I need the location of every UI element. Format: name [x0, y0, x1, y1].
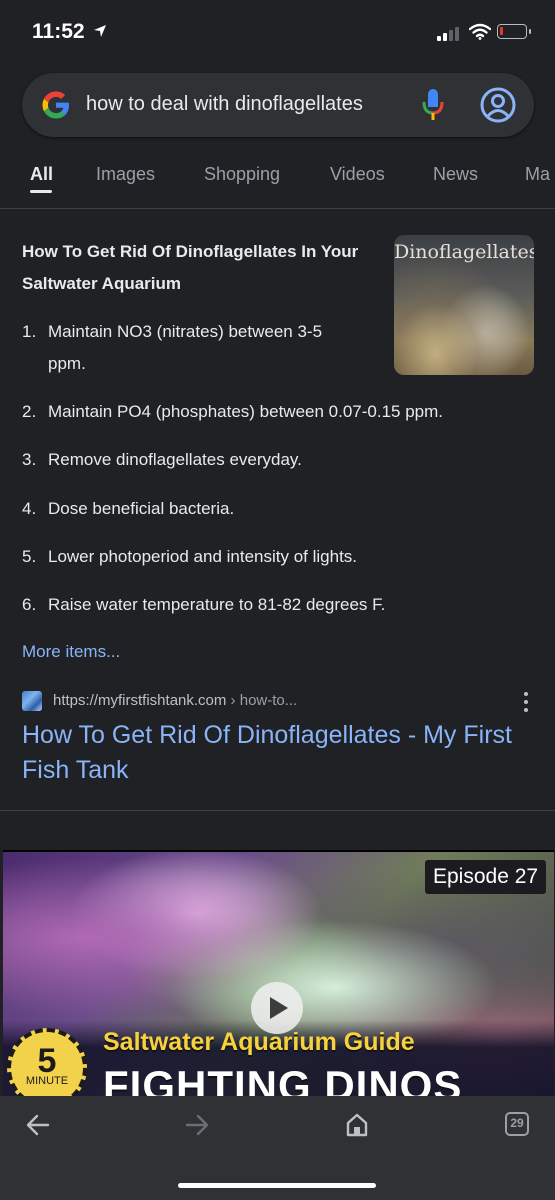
list-item: 2. Maintain PO4 (phosphates) between 0.07…	[22, 396, 443, 428]
list-item-number: 4.	[22, 499, 37, 518]
site-favicon-icon	[22, 691, 42, 711]
account-icon[interactable]	[480, 87, 516, 123]
list-item-text: Remove dinoflagellates everyday.	[48, 450, 302, 469]
badge-label: MINUTE	[25, 1075, 69, 1087]
list-item-number: 3.	[22, 450, 37, 469]
play-icon	[270, 997, 288, 1019]
wifi-icon	[469, 23, 491, 40]
video-thumbnail[interactable]: Episode 27 5 MINUTE Saltwater Aquarium G…	[3, 850, 554, 1098]
video-subtitle: Saltwater Aquarium Guide	[103, 1028, 415, 1056]
list-item-number: 1.	[22, 322, 37, 341]
list-item-text: Maintain NO3 (nitrates) between 3-5 ppm.	[48, 322, 323, 373]
status-time: 11:52	[32, 20, 107, 44]
tab-all[interactable]: All	[30, 164, 53, 185]
status-time-text: 11:52	[32, 20, 85, 43]
search-query[interactable]: how to deal with dinoflagellates	[86, 93, 363, 116]
list-item-number: 2.	[22, 402, 37, 421]
search-bar[interactable]: how to deal with dinoflagellates	[22, 73, 534, 137]
battery-icon	[497, 24, 531, 39]
list-item: 4. Dose beneficial bacteria.	[22, 493, 234, 525]
episode-label: Episode 27	[425, 860, 547, 894]
home-indicator[interactable]	[178, 1183, 376, 1188]
video-headline: FIGHTING DINOS	[103, 1062, 463, 1098]
snippet-thumbnail-text: Dinoflagellates	[394, 241, 534, 263]
list-item-text: Maintain PO4 (phosphates) between 0.07-0…	[48, 402, 444, 421]
forward-arrow-icon[interactable]	[185, 1114, 209, 1136]
tab-active-indicator	[30, 190, 52, 193]
list-item-text: Raise water temperature to 81-82 degrees…	[48, 595, 386, 614]
snippet-title[interactable]: How To Get Rid Of Dinoflagellates In You…	[22, 236, 372, 300]
tab-shopping[interactable]: Shopping	[204, 164, 280, 185]
more-options-icon[interactable]	[516, 690, 536, 714]
more-items-link[interactable]: More items...	[22, 642, 120, 662]
status-bar: 11:52	[0, 0, 555, 64]
home-icon[interactable]	[345, 1112, 369, 1138]
list-item: 3. Remove dinoflagellates everyday.	[22, 444, 302, 476]
mic-icon[interactable]	[420, 87, 446, 123]
back-arrow-icon[interactable]	[26, 1114, 50, 1136]
snippet-thumbnail[interactable]: Dinoflagellates	[394, 235, 534, 375]
result-title-link[interactable]: How To Get Rid Of Dinoflagellates - My F…	[22, 718, 522, 788]
list-item-text: Dose beneficial bacteria.	[48, 499, 235, 518]
play-button[interactable]	[251, 982, 303, 1034]
search-tabs: All Images Shopping Videos News Ma	[0, 150, 555, 209]
list-item: 1. Maintain NO3 (nitrates) between 3-5 pp…	[22, 316, 362, 380]
tab-news[interactable]: News	[433, 164, 478, 185]
list-item-number: 6.	[22, 595, 37, 614]
result-url[interactable]: https://myfirstfishtank.com › how-to...	[53, 692, 297, 709]
tab-videos[interactable]: Videos	[330, 164, 385, 185]
location-arrow-icon	[94, 25, 107, 37]
tab-count: 29	[510, 1116, 524, 1130]
tab-maps[interactable]: Ma	[525, 164, 550, 185]
result-url-domain: https://myfirstfishtank.com	[53, 692, 227, 709]
list-item-text: Lower photoperiod and intensity of light…	[48, 547, 358, 566]
list-item: 5. Lower photoperiod and intensity of lig…	[22, 541, 357, 573]
list-item-number: 5.	[22, 547, 37, 566]
list-item: 6. Raise water temperature to 81-82 degre…	[22, 589, 385, 621]
cellular-signal-icon	[437, 27, 459, 41]
google-g-icon	[42, 91, 69, 119]
section-divider	[0, 810, 555, 811]
tab-images[interactable]: Images	[96, 164, 155, 185]
result-url-path: › how-to...	[226, 692, 298, 709]
tab-switcher-button[interactable]: 29	[505, 1112, 529, 1136]
